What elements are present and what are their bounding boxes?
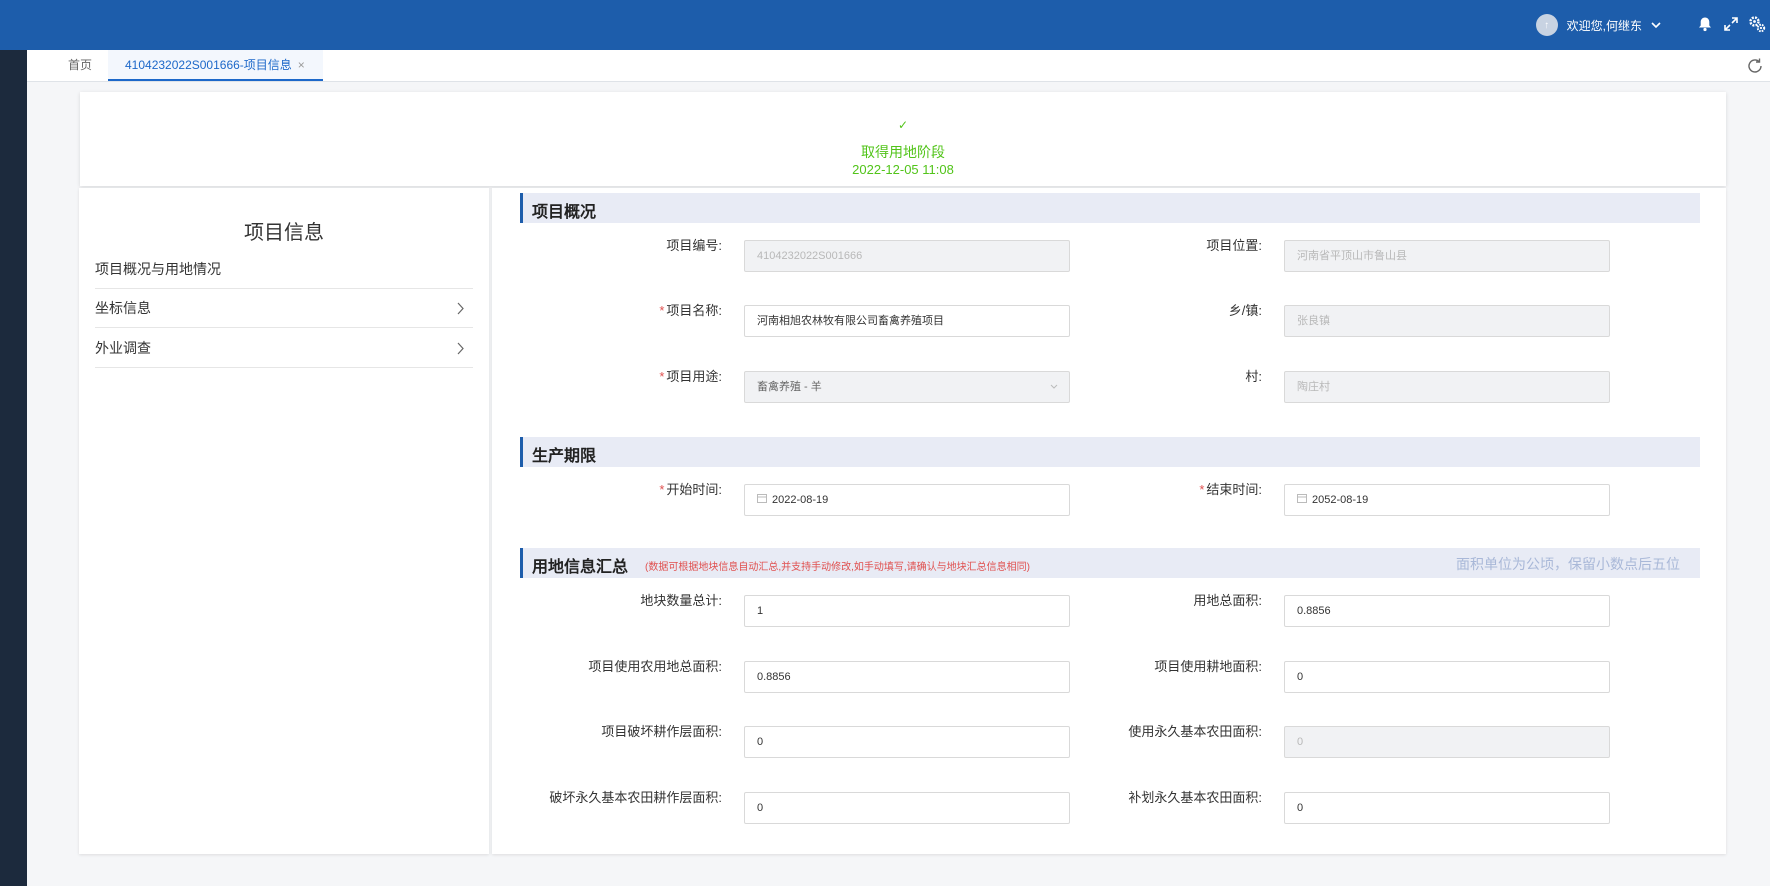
section-overview-header: 项目概况 [520, 193, 1700, 223]
section-period-header: 生产期限 [520, 437, 1700, 467]
required-mark: * [659, 369, 665, 384]
stage-time: 2022-12-05 11:08 [852, 162, 954, 177]
end-date-picker[interactable]: 2052-08-19 [1284, 484, 1610, 516]
welcome-text[interactable]: 欢迎您,何继东 [1567, 17, 1642, 34]
location-label: 项目位置: [1062, 230, 1262, 262]
summary-note: (数据可根据地块信息自动汇总,并支持手动修改,如手动填写,请确认与地块汇总信息相… [645, 562, 1030, 573]
chevron-right-icon [455, 329, 465, 383]
label-text: 项目用途: [666, 369, 722, 384]
tab-bar: 首页 4104232022S001666-项目信息 × [27, 50, 1770, 82]
project-no-field: 4104232022S001666 [744, 240, 1070, 272]
label-text: 项目破坏耕作层面积: [601, 724, 722, 739]
permanent-farmland-area-field: 0 [1284, 726, 1610, 758]
main-content: ✓ 取得用地阶段 2022-12-05 11:08 项目信息 项目概况与用地情况… [27, 82, 1770, 886]
area-unit-note: 面积单位为公顷，保留小数点后五位 [1456, 556, 1680, 572]
start-time-label: * 开始时间: [522, 474, 722, 506]
summary-label: 补划永久基本农田面积: [1062, 782, 1262, 814]
label-text: 项目使用农用地总面积: [588, 659, 722, 674]
stage-status-card: ✓ 取得用地阶段 2022-12-05 11:08 [80, 92, 1726, 186]
label-text: 项目位置: [1206, 238, 1262, 253]
stage-name: 取得用地阶段 [861, 144, 945, 160]
check-icon: ✓ [897, 118, 909, 132]
project-no-label: 项目编号: [522, 230, 722, 262]
project-name-label: * 项目名称: [522, 295, 722, 327]
usage-label: * 项目用途: [522, 361, 722, 393]
avatar[interactable]: ↑ [1535, 14, 1558, 36]
village-label: 村: [1062, 361, 1262, 393]
bell-icon[interactable] [1692, 13, 1718, 35]
section-title: 生产期限 [532, 448, 597, 465]
summary-label: 项目破坏耕作层面积: [522, 716, 722, 748]
damaged-permanent-farmland-field[interactable]: 0 [744, 792, 1070, 824]
settings-icon[interactable] [1744, 13, 1770, 35]
user-menu[interactable]: ↑ 欢迎您,何继东 [1535, 12, 1662, 38]
summary-label: 使用永久基本农田面积: [1062, 716, 1262, 748]
tab-project-info[interactable]: 4104232022S001666-项目信息 × [108, 50, 323, 81]
town-field: 张良镇 [1284, 305, 1610, 337]
required-mark: * [659, 482, 665, 497]
project-info-nav: 项目信息 项目概况与用地情况 坐标信息 外业调查 [79, 188, 489, 854]
section-summary-header: 用地信息汇总 (数据可根据地块信息自动汇总,并支持手动修改,如手动填写,请确认与… [520, 548, 1700, 578]
required-mark: * [659, 303, 665, 318]
start-date-picker[interactable]: 2022-08-19 [744, 484, 1070, 516]
label-text: 村: [1245, 369, 1262, 384]
label-text: 项目名称: [666, 303, 722, 318]
section-title: 用地信息汇总 [532, 559, 629, 576]
label-text: 破坏永久基本农田耕作层面积: [549, 790, 722, 805]
cultivated-land-area-field[interactable]: 0 [1284, 661, 1610, 693]
end-date-value: 2052-08-19 [1312, 494, 1369, 506]
start-date-value: 2022-08-19 [772, 494, 829, 506]
project-form: 项目概况 项目编号: 4104232022S001666 项目位置: 河南省平顶… [492, 188, 1726, 854]
total-area-field[interactable]: 0.8856 [1284, 595, 1610, 627]
label-text: 补划永久基本农田面积: [1128, 790, 1262, 805]
summary-label: 地块数量总计: [522, 585, 722, 617]
usage-value: 畜禽养殖 - 羊 [757, 381, 822, 393]
calendar-icon [757, 485, 767, 515]
village-field: 陶庄村 [1284, 371, 1610, 403]
label-text: 地块数量总计: [640, 593, 722, 608]
label-text: 开始时间: [666, 482, 722, 497]
chevron-down-icon [1049, 372, 1059, 414]
fullscreen-icon[interactable] [1718, 13, 1744, 35]
summary-label: 用地总面积: [1062, 585, 1262, 617]
label-text: 项目编号: [666, 238, 722, 253]
nav-title: 项目信息 [244, 222, 324, 244]
nav-item-coordinates[interactable]: 坐标信息 [95, 289, 473, 328]
plot-count-field[interactable]: 1 [744, 595, 1070, 627]
top-header: ↑ 欢迎您,何继东 [0, 0, 1770, 50]
damaged-topsoil-area-field[interactable]: 0 [744, 726, 1070, 758]
nav-item-label: 外业调查 [95, 340, 151, 356]
close-icon[interactable]: × [298, 58, 305, 72]
nav-item-overview[interactable]: 项目概况与用地情况 [95, 250, 473, 289]
label-text: 结束时间: [1206, 482, 1262, 497]
summary-label: 破坏永久基本农田耕作层面积: [522, 782, 722, 814]
project-name-field[interactable]: 河南相旭农林牧有限公司畜禽养殖项目 [744, 305, 1070, 337]
label-text: 项目使用耕地面积: [1154, 659, 1262, 674]
location-field: 河南省平顶山市鲁山县 [1284, 240, 1610, 272]
tab-home[interactable]: 首页 [68, 50, 92, 81]
summary-label: 项目使用农用地总面积: [522, 651, 722, 683]
agri-land-area-field[interactable]: 0.8856 [744, 661, 1070, 693]
end-time-label: * 结束时间: [1062, 474, 1262, 506]
nav-item-label: 项目概况与用地情况 [95, 261, 221, 277]
section-title: 项目概况 [532, 204, 597, 221]
usage-select[interactable]: 畜禽养殖 - 羊 [744, 371, 1070, 403]
nav-item-label: 坐标信息 [95, 300, 151, 316]
summary-label: 项目使用耕地面积: [1062, 651, 1262, 683]
left-sidebar-collapsed [0, 50, 27, 886]
refresh-icon[interactable] [1745, 56, 1765, 76]
town-label: 乡/镇: [1062, 295, 1262, 327]
label-text: 使用永久基本农田面积: [1128, 724, 1262, 739]
label-text: 用地总面积: [1193, 593, 1262, 608]
chevron-down-icon[interactable] [1650, 19, 1662, 31]
label-text: 乡/镇: [1228, 303, 1262, 318]
tab-project-info-label: 4104232022S001666-项目信息 [125, 58, 292, 72]
required-mark: * [1199, 482, 1205, 497]
supplement-farmland-area-field[interactable]: 0 [1284, 792, 1610, 824]
nav-item-field-survey[interactable]: 外业调查 [95, 329, 473, 368]
calendar-icon [1297, 485, 1307, 515]
